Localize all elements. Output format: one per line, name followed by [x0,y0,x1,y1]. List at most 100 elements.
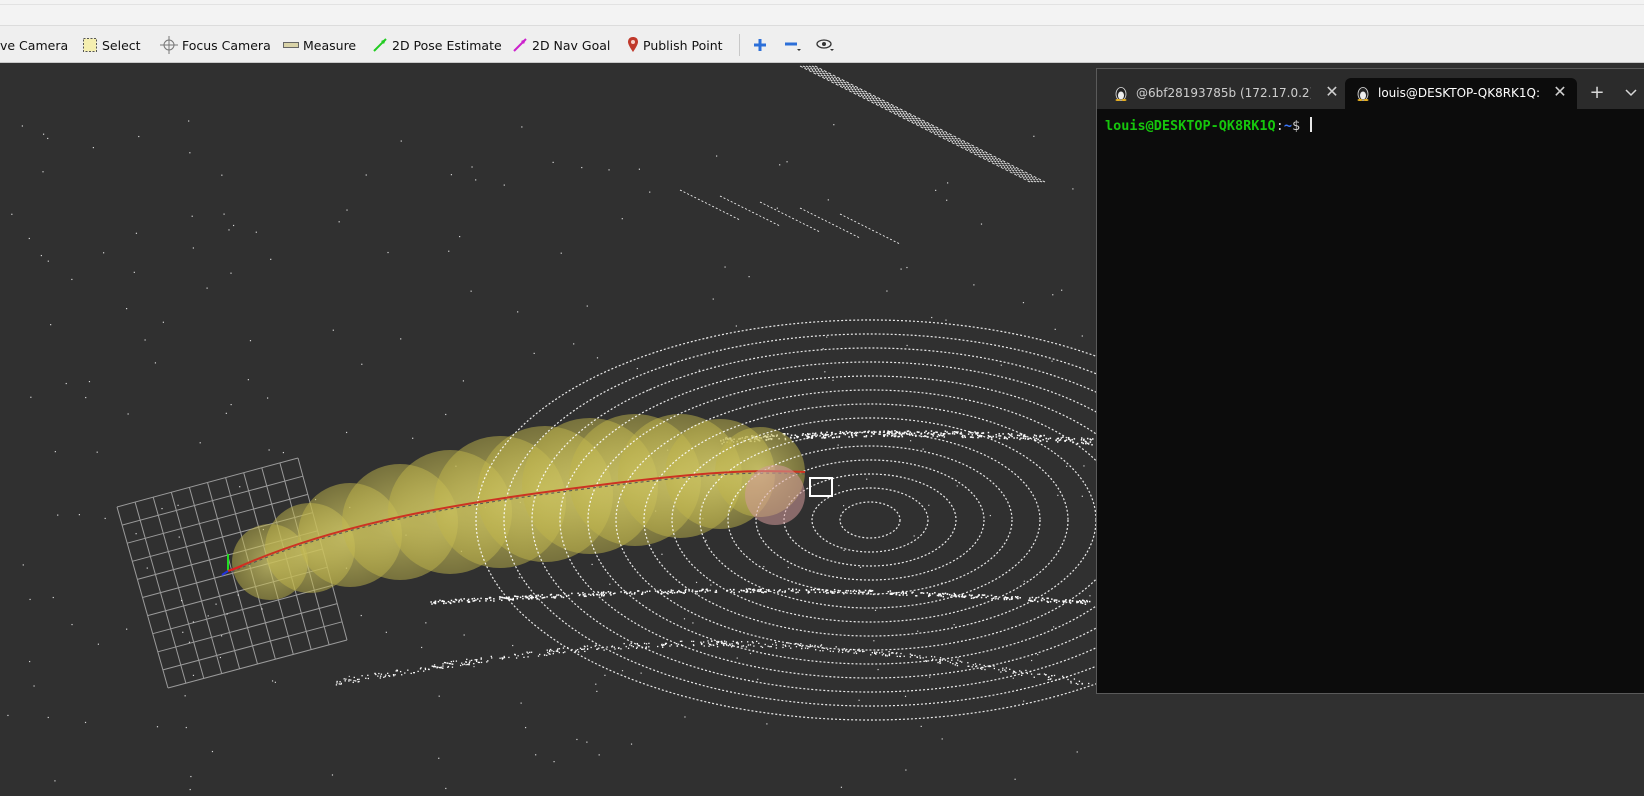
cloud-point [906,430,909,433]
tool-focus-camera[interactable]: Focus Camera [160,36,271,54]
terminal-window[interactable]: @6bf28193785b (172.17.0.2) - b ✕ louis@D… [1096,68,1644,694]
cloud-point [637,590,640,592]
cloud-point [753,645,755,647]
visibility-eye-icon [816,39,834,51]
cloud-point [1086,437,1089,440]
cloud-point [1059,439,1062,441]
cloud-point [745,588,748,590]
cloud-point [184,695,186,697]
cloud-point [970,432,972,434]
cloud-point [470,290,472,292]
tool-publish-point[interactable]: Publish Point [627,36,723,54]
cloud-point [433,664,436,666]
terminal-output[interactable]: louis@DESKTOP-QK8RK1Q:~$ [1105,117,1313,134]
cloud-point [866,478,868,480]
cloud-point [54,780,56,782]
visibility-button[interactable] [815,36,837,54]
cloud-point [1022,301,1025,304]
cloud-point [1000,671,1002,673]
cloud-point [528,595,531,597]
cloud-point [207,615,209,617]
cloud-point [806,435,808,437]
cloud-point [787,566,789,569]
cloud-point [553,650,555,653]
cloud-point [47,716,49,719]
cloud-point [790,589,793,592]
cloud-point [385,631,387,633]
cloud-point [910,432,913,435]
cloud-point [838,436,840,438]
cloud-point [379,677,381,679]
terminal-tab-local[interactable]: louis@DESKTOP-QK8RK1Q: ~ ✕ [1345,78,1577,109]
cloud-point [444,662,447,664]
cloud-point [814,432,817,435]
cloud-point [805,589,808,592]
cloud-point [811,645,813,647]
cloud-point [592,594,595,597]
cloud-point [930,433,933,435]
cloud-point [809,644,812,646]
cloud-point [1084,603,1087,605]
cloud-point [915,595,917,597]
cloud-point [886,435,889,437]
cloud-point [692,644,695,646]
cloud-point [1011,435,1013,438]
cloud-streak [814,65,1046,183]
cloud-point [452,660,455,662]
remove-tool-button[interactable] [782,36,804,54]
cloud-point [559,594,562,597]
cloud-point [1080,600,1082,603]
cloud-point [742,645,745,647]
cloud-point [991,598,993,600]
cloud-point [407,669,409,671]
cloud-point [377,675,379,677]
cloud-point [922,657,924,659]
cloud-point [576,738,578,741]
chevron-down-icon[interactable] [1621,83,1641,101]
cloud-point [472,600,474,602]
cloud-point [709,589,711,592]
cloud-point [557,650,559,653]
close-icon[interactable]: ✕ [1549,82,1571,101]
cloud-point [1037,673,1039,675]
terminal-tab-docker[interactable]: @6bf28193785b (172.17.0.2) - b ✕ [1103,78,1355,109]
cloud-point [331,774,334,776]
cloud-point [431,603,433,605]
cloud-point [760,645,762,648]
tool-measure[interactable]: Measure [283,36,356,54]
cloud-point [1000,364,1002,366]
cloud-point [1020,671,1022,673]
tool-move-camera[interactable]: ve Camera [0,36,68,54]
cloud-point [445,602,447,604]
linux-tux-icon [1357,87,1369,101]
add-tool-button[interactable] [749,36,771,54]
cloud-point [901,432,904,434]
cloud-point [527,652,529,654]
tool-2d-nav-goal[interactable]: 2D Nav Goal [512,36,610,54]
cloud-point [1021,674,1023,677]
cloud-point [824,371,826,373]
cloud-point [1088,682,1090,685]
cloud-point [900,268,902,270]
cloud-point [1023,580,1025,582]
new-tab-button[interactable]: + [1585,82,1609,103]
cloud-point [1047,438,1050,440]
cloud-point [941,659,943,661]
cloud-point [761,646,764,649]
cloud-point [688,590,690,592]
cloud-point [716,646,719,648]
cloud-point [881,654,884,656]
cloud-point [490,599,492,602]
cloud-point [998,433,1000,435]
close-icon[interactable]: ✕ [1321,82,1343,101]
cloud-point [1043,598,1045,601]
tool-2d-pose-estimate[interactable]: 2D Pose Estimate [372,36,502,54]
cloud-point [192,621,195,623]
cloud-point [909,656,912,658]
cloud-point [827,648,829,651]
text-cursor [1310,117,1313,132]
tool-select[interactable]: Select [82,36,141,54]
cloud-point [600,591,603,594]
cloud-point [332,329,334,331]
cloud-point [953,592,956,595]
